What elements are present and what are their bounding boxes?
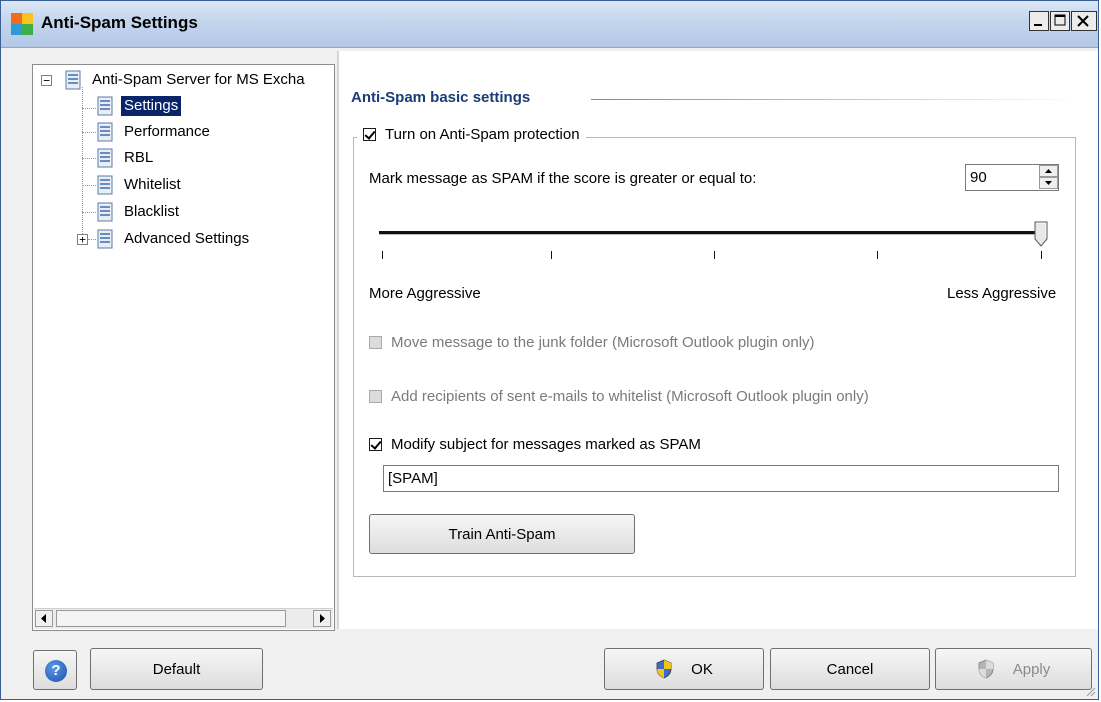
window-title: Anti-Spam Settings [41,13,198,32]
apply-label: Apply [1012,660,1051,678]
arrow-left-icon [41,614,46,623]
tree-item-label: RBL [124,149,154,166]
help-icon: ? [45,660,67,682]
spin-up-button[interactable] [1039,165,1058,177]
tree-item-label: Whitelist [124,176,181,193]
default-button[interactable]: Default [90,648,263,690]
tree-horizontal-scrollbar[interactable] [34,608,333,629]
score-value[interactable]: 90 [970,169,987,186]
arrow-up-icon [1045,169,1052,173]
settings-panel: Anti-Spam basic settings Turn on Anti-Sp… [339,51,1098,629]
slider-thumb[interactable] [1034,221,1048,247]
document-icon [97,148,113,168]
tree-item-label: Settings [121,96,182,116]
tree-root-item[interactable]: Anti-Spam Server for MS Excha [64,69,308,91]
spin-down-button[interactable] [1039,177,1058,189]
shield-icon [656,659,672,679]
checkbox-disabled[interactable] [369,390,382,403]
ok-button[interactable]: OK [604,648,764,690]
tree-expand-toggle[interactable]: + [77,234,88,245]
tree-item-whitelist[interactable]: Whitelist [96,174,184,196]
document-icon [65,70,81,90]
tree-collapse-toggle[interactable]: − [41,75,52,86]
move-junk-checkbox[interactable]: Move message to the junk folder (Microso… [369,334,815,351]
tree-root-label: Anti-Spam Server for MS Excha [92,71,305,88]
minimize-icon [1034,24,1042,26]
document-icon [97,202,113,222]
document-icon [97,229,113,249]
score-label: Mark message as SPAM if the score is gre… [369,170,757,187]
section-divider [591,99,1081,100]
settings-tree[interactable]: − Anti-Spam Server for MS Excha Settings… [32,64,335,631]
move-junk-label: Move message to the junk folder (Microso… [391,334,815,351]
modify-subject-checkbox[interactable]: Modify subject for messages marked as SP… [369,436,701,453]
add-recipients-label: Add recipients of sent e-mails to whitel… [391,388,869,405]
scrollbar-thumb[interactable] [56,610,286,627]
shield-icon [978,659,994,679]
section-title: Anti-Spam basic settings [351,89,531,106]
slider-tick [714,251,715,259]
tree-connector [88,239,96,240]
checkbox-checked[interactable] [363,128,376,141]
cancel-button[interactable]: Cancel [770,648,930,690]
tree-item-performance[interactable]: Performance [96,121,213,143]
checkbox-disabled[interactable] [369,336,382,349]
document-icon [97,96,113,116]
maximize-button[interactable] [1050,11,1070,31]
slider-tick [382,251,383,259]
help-button[interactable]: ? [33,650,77,690]
resize-grip-icon[interactable] [1084,685,1096,697]
apply-button[interactable]: Apply [935,648,1092,690]
tree-item-label: Blacklist [124,203,180,220]
tree-item-advanced-settings[interactable]: Advanced Settings [96,228,252,250]
scroll-right-button[interactable] [313,610,331,627]
tree-item-rbl[interactable]: RBL [96,147,156,169]
tree-connector [82,212,96,213]
anti-spam-settings-window: Anti-Spam Settings − Anti-Spam Server fo… [0,0,1099,700]
more-aggressive-label: More Aggressive [369,285,481,302]
add-recipients-checkbox[interactable]: Add recipients of sent e-mails to whitel… [369,388,869,405]
spinner-buttons [1039,165,1058,190]
less-aggressive-label: Less Aggressive [947,285,1057,302]
protection-checkbox[interactable]: Turn on Anti-Spam protection [357,126,586,143]
tree-connector [82,132,96,133]
checkbox-checked[interactable] [369,438,382,451]
close-icon [1077,15,1089,27]
subject-prefix-input[interactable]: [SPAM] [383,465,1059,492]
tree-item-label: Advanced Settings [124,230,250,247]
modify-subject-label: Modify subject for messages marked as SP… [391,436,701,453]
slider-tick [1041,251,1042,259]
protection-groupbox [353,137,1076,577]
title-bar[interactable]: Anti-Spam Settings [1,1,1098,48]
tree-connector [82,108,96,109]
minimize-button[interactable] [1029,11,1049,31]
app-logo-icon [11,13,33,35]
score-spinner[interactable]: 90 [965,164,1059,191]
tree-connector [82,87,83,240]
protection-label: Turn on Anti-Spam protection [385,126,580,143]
tree-item-label: Performance [124,123,210,140]
document-icon [97,175,113,195]
tree-connector [82,185,96,186]
slider-tick [877,251,878,259]
tree-item-settings[interactable]: Settings [96,95,182,117]
ok-label: OK [691,660,713,678]
scroll-left-button[interactable] [35,610,53,627]
arrow-right-icon [320,614,325,623]
tree-connector [82,158,96,159]
arrow-down-icon [1045,181,1052,185]
document-icon [97,122,113,142]
maximize-icon [1054,14,1066,26]
close-button[interactable] [1071,11,1097,31]
train-anti-spam-button[interactable]: Train Anti-Spam [369,514,635,554]
aggressiveness-slider-track[interactable] [379,231,1041,235]
tree-item-blacklist[interactable]: Blacklist [96,201,182,223]
slider-tick [551,251,552,259]
